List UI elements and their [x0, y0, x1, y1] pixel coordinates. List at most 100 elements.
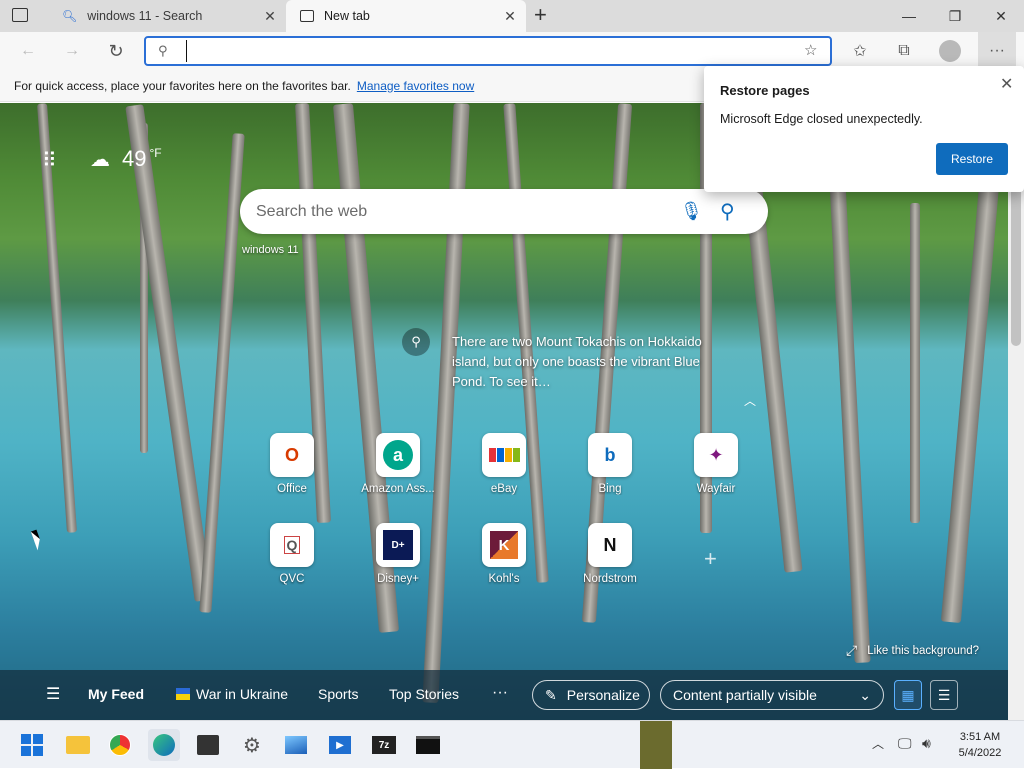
search-icon[interactable]: ⚲ [720, 199, 768, 224]
recent-search[interactable]: windows 11 [242, 244, 299, 256]
collections-icon[interactable]: ⧉ [886, 32, 922, 70]
feed-tab-label: War in Ukraine [196, 686, 289, 702]
taskbar: ⚙ ▶ 7z ︿ 🖵︎ 🔊︎ 3:51 AM 5/4/2022 [0, 720, 1024, 769]
tile-kohls[interactable]: K Kohl's [464, 523, 544, 585]
manage-favorites-link[interactable]: Manage favorites now [357, 79, 474, 93]
cloud-icon: ☁ [90, 148, 110, 171]
add-site-button[interactable]: + [704, 546, 717, 572]
menu-icon[interactable]: ☰ [46, 684, 60, 704]
weather-widget[interactable]: ☁ 49 °F [90, 146, 162, 172]
tile-nordstrom[interactable]: N Nordstrom [570, 523, 650, 585]
chevron-up-icon[interactable]: ︿ [872, 735, 884, 752]
address-input[interactable] [186, 40, 746, 62]
media-player-icon[interactable]: ▶ [324, 729, 356, 761]
terminal-icon[interactable] [412, 729, 444, 761]
ukraine-flag-icon [176, 688, 190, 700]
newtab-icon [300, 10, 314, 22]
profile-avatar[interactable] [932, 32, 968, 70]
new-tab-button[interactable]: + [534, 4, 554, 28]
restore-message: Microsoft Edge closed unexpectedly. [720, 112, 923, 126]
like-background-button[interactable]: ⤢ Like this background? [846, 642, 979, 659]
volume-icon[interactable]: 🔊︎ [922, 735, 931, 752]
content-visibility-dropdown[interactable]: Content partially visible ⌄ [660, 680, 884, 710]
weather-temp: 49 [122, 146, 147, 171]
forward-button[interactable]: → [54, 32, 90, 70]
restore-window-button[interactable]: ❐ [932, 0, 978, 32]
background-caption[interactable]: There are two Mount Tokachis on Hokkaido… [452, 332, 712, 392]
windows-start-icon[interactable] [16, 729, 48, 761]
restore-title: Restore pages [720, 83, 810, 98]
microphone-icon[interactable]: 🎙︎ [680, 201, 720, 222]
edge-icon[interactable] [148, 729, 180, 761]
settings-icon[interactable]: ⚙ [236, 729, 268, 761]
7zip-icon[interactable]: 7z [368, 729, 400, 761]
toolbar: ← → ↻ ⚲ ☆ ✩ ⧉ ··· [0, 32, 1024, 70]
tile-ebay[interactable]: eBay [464, 433, 544, 495]
weather-unit: °F [149, 146, 162, 160]
like-background-label: Like this background? [867, 644, 980, 657]
more-tabs-button[interactable]: ··· [492, 684, 508, 702]
tile-qvc[interactable]: Q QVC [252, 523, 332, 585]
chevron-up-icon[interactable]: ︿ [744, 392, 756, 409]
clock-time: 3:51 AM [959, 731, 1001, 743]
file-explorer-icon[interactable] [62, 729, 94, 761]
close-window-button[interactable]: ✕ [978, 0, 1024, 32]
feed-tab-war-in-ukraine[interactable]: War in Ukraine [176, 686, 288, 702]
tile-wayfair[interactable]: ✦ Wayfair [676, 433, 756, 495]
settings-more-button[interactable]: ··· [978, 32, 1016, 70]
tab-label: windows 11 - Search [87, 9, 203, 23]
favorites-icon[interactable]: ✩ [842, 32, 878, 70]
wayfair-icon: ✦ [694, 433, 738, 477]
bing-icon: b [588, 433, 632, 477]
visual-search-icon[interactable]: ⚲ [402, 328, 430, 356]
network-icon[interactable]: 🖵︎ [898, 735, 912, 752]
search-icon: ⚲ [158, 43, 168, 58]
add-favorite-icon[interactable]: ☆ [804, 41, 817, 59]
tile-bing[interactable]: b Bing [570, 433, 650, 495]
chrome-icon[interactable] [104, 729, 136, 761]
restore-button[interactable]: Restore [936, 143, 1008, 175]
feed-tab-sports[interactable]: Sports [318, 686, 358, 702]
clock[interactable]: 3:51 AM 5/4/2022 [952, 729, 1008, 761]
list-layout-icon[interactable]: ☰ [930, 680, 958, 710]
pencil-icon: ✎ [545, 686, 557, 703]
minimize-button[interactable]: — [886, 0, 932, 32]
feed-tab-my-feed[interactable]: My Feed [88, 686, 144, 702]
expand-icon: ⤢ [846, 642, 858, 658]
feed-bar: ☰ My Feed War in Ukraine Sports Top Stor… [0, 670, 1008, 720]
tab-label: New tab [324, 9, 370, 23]
clock-date: 5/4/2022 [958, 747, 1002, 759]
photos-icon[interactable] [280, 729, 312, 761]
store-icon[interactable] [192, 729, 224, 761]
tile-office[interactable]: O Office [252, 433, 332, 495]
kohls-icon: K [482, 523, 526, 567]
tile-amazon-assistant[interactable]: a Amazon Ass... [358, 433, 438, 495]
qvc-icon: Q [270, 523, 314, 567]
feed-tab-top-stories[interactable]: Top Stories [389, 686, 459, 702]
refresh-button[interactable]: ↻ [98, 32, 134, 70]
restore-pages-popup: ✕ Restore pages Microsoft Edge closed un… [704, 66, 1024, 192]
tab-actions-icon[interactable] [12, 8, 28, 22]
nordstrom-icon: N [588, 523, 632, 567]
back-button[interactable]: ← [10, 32, 46, 70]
chevron-down-icon: ⌄ [859, 686, 871, 703]
tab-strip: 🔍︎ windows 11 - Search ✕ New tab ✕ + — ❐… [0, 0, 1024, 32]
apps-launcher-icon[interactable]: ⠿ [42, 148, 57, 173]
close-tab-icon[interactable]: ✕ [502, 8, 518, 25]
tab-windows-11-search[interactable]: 🔍︎ windows 11 - Search ✕ [48, 0, 286, 32]
close-icon[interactable]: ✕ [1000, 74, 1013, 94]
web-search-box[interactable]: Search the web 🎙︎ ⚲ [240, 189, 768, 234]
address-bar[interactable]: ⚲ ☆ [144, 36, 832, 66]
favorites-bar-message: For quick access, place your favorites h… [14, 78, 351, 93]
personalize-label: Personalize [566, 687, 640, 703]
close-tab-icon[interactable]: ✕ [262, 8, 278, 25]
grid-layout-icon[interactable]: ▦ [894, 680, 922, 710]
tab-new-tab[interactable]: New tab ✕ [286, 0, 526, 32]
tile-disney-plus[interactable]: D+ Disney+ [358, 523, 438, 585]
amazon-assistant-icon: a [376, 433, 420, 477]
search-placeholder: Search the web [256, 202, 368, 220]
disney-plus-icon: D+ [376, 523, 420, 567]
ebay-icon [482, 433, 526, 477]
show-desktop-area[interactable] [640, 721, 672, 769]
personalize-button[interactable]: ✎ Personalize [532, 680, 650, 710]
